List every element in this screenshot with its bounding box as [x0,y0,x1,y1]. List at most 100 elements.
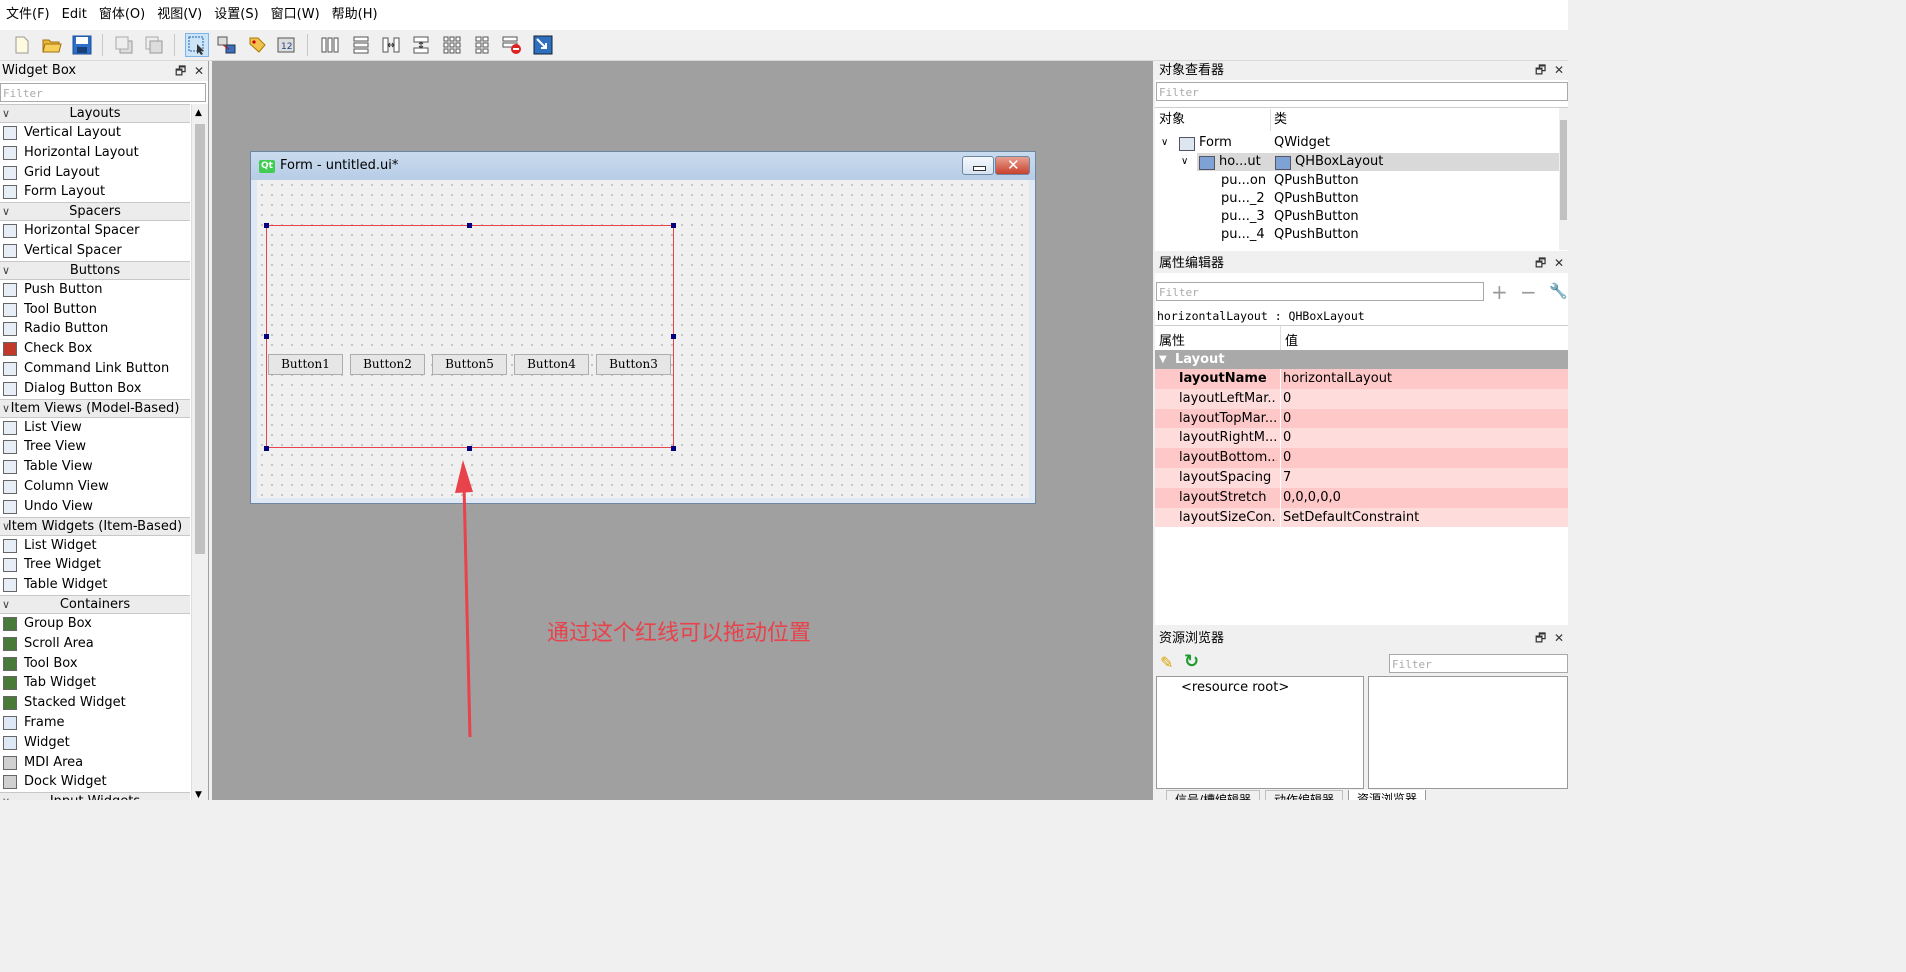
layout-form-icon[interactable] [470,33,494,57]
add-property-icon[interactable]: + [1491,282,1508,302]
menu-help[interactable]: 帮助(H) [326,0,384,30]
object-tree-scrollbar[interactable] [1559,108,1568,250]
widget-item[interactable]: Tree View [0,437,190,457]
widget-filter-input[interactable]: Filter [0,83,206,102]
widget-item[interactable]: Undo View [0,497,190,517]
object-tree-row[interactable]: pu..._3 QPushButton [1155,208,1568,226]
menu-edit[interactable]: Edit [56,0,93,30]
widget-category[interactable]: ∨ Spacers [0,202,190,222]
property-value[interactable]: horizontalLayout [1283,369,1392,389]
form-window[interactable]: Qt Form - untitled.ui* ✕ Button1 Button2… [250,151,1036,504]
edit-buddies-icon[interactable] [245,33,269,57]
menu-window[interactable]: 窗口(W) [265,0,326,30]
layout-v-splitter-icon[interactable] [409,33,433,57]
widget-item[interactable]: Grid Layout [0,163,190,183]
property-value[interactable]: SetDefaultConstraint [1283,508,1419,528]
expand-chevron-icon[interactable]: ∨ [1181,153,1188,171]
widget-item[interactable]: List Widget [0,536,190,556]
form-body[interactable]: Button1 Button2 Button5 Button4 Button3 [257,180,1029,498]
object-filter-input[interactable]: Filter [1156,82,1568,101]
object-tree-row[interactable]: ∨ ho...ut QHBoxLayout [1181,153,1559,171]
menu-form[interactable]: 窗体(O) [93,0,151,30]
edit-tab-order-icon[interactable]: 12 [275,33,299,57]
widget-item[interactable]: Tool Box [0,654,190,674]
collapse-chevron-icon[interactable]: ∨ [2,203,10,221]
bring-front-icon[interactable] [142,33,166,57]
open-folder-icon[interactable] [40,33,64,57]
widget-item[interactable]: Form Layout [0,182,190,202]
collapse-chevron-icon[interactable]: ∨ [2,596,10,614]
widget-item[interactable]: Command Link Button [0,359,190,379]
widget-category[interactable]: ∨ Layouts [0,104,190,123]
close-icon[interactable]: ✕ [1554,63,1564,77]
new-file-icon[interactable] [10,33,34,57]
property-row[interactable]: layoutName horizontalLayout [1155,369,1568,389]
configure-wrench-icon[interactable]: 🔧 [1549,282,1568,300]
widget-item[interactable]: Column View [0,477,190,497]
widget-item[interactable]: Tree Widget [0,555,190,575]
property-row[interactable]: layoutLeftMar... 0 [1155,388,1568,409]
collapse-chevron-icon[interactable]: ▼ [1159,350,1167,369]
object-tree-row[interactable]: pu..._4 QPushButton [1155,226,1568,244]
form-button-5[interactable]: Button5 [432,354,507,375]
property-value[interactable]: 0 [1283,428,1291,448]
resource-filter-input[interactable]: Filter [1389,654,1568,673]
widget-category[interactable]: ∨ Item Widgets (Item-Based) [0,516,190,536]
widget-item[interactable]: Table Widget [0,575,190,595]
resize-handle[interactable] [467,446,472,451]
widget-item[interactable]: Stacked Widget [0,693,190,713]
layout-vertical-icon[interactable] [349,33,373,57]
widget-category[interactable]: ∨ Buttons [0,260,190,280]
resize-handle[interactable] [671,446,676,451]
collapse-chevron-icon[interactable]: ∨ [2,400,10,418]
resource-file-list[interactable] [1368,676,1568,789]
widget-item[interactable]: Tab Widget [0,673,190,693]
widget-item[interactable]: Scroll Area [0,634,190,654]
object-tree-row[interactable]: ∨ Form QWidget [1155,134,1568,152]
form-title-bar[interactable]: Qt Form - untitled.ui* ✕ [251,152,1035,180]
tab-signal-slot-editor[interactable]: 信号/槽编辑器 [1166,790,1261,800]
property-group-layout[interactable]: ▼ Layout [1155,350,1568,369]
widget-category[interactable]: ∨ Item Views (Model-Based) [0,398,190,418]
resize-handle[interactable] [264,334,269,339]
close-button[interactable]: ✕ [995,156,1030,175]
widget-item[interactable]: Dialog Button Box [0,379,190,399]
layout-selection-rect[interactable] [266,225,674,448]
edit-signals-slots-icon[interactable] [215,33,239,57]
widget-item[interactable]: Vertical Layout [0,123,190,143]
property-filter-input[interactable]: Filter [1156,282,1484,301]
widget-category[interactable]: ∨ Containers [0,594,190,614]
property-row[interactable]: layoutSizeCon... SetDefaultConstraint [1155,507,1568,528]
menu-file[interactable]: 文件(F) [0,0,56,30]
property-value[interactable]: 7 [1283,468,1291,488]
widget-item[interactable]: Vertical Spacer [0,241,190,261]
widget-item[interactable]: MDI Area [0,753,190,773]
property-row[interactable]: layoutStretch 0,0,0,0,0 [1155,487,1568,508]
widget-box-scrollbar[interactable]: ▲ ▼ [191,104,208,800]
widget-item[interactable]: Horizontal Spacer [0,221,190,241]
widget-item[interactable]: Check Box [0,339,190,359]
remove-property-icon[interactable]: − [1520,282,1537,302]
tab-action-editor[interactable]: 动作编辑器 [1265,790,1344,800]
edit-widgets-icon[interactable] [185,33,209,57]
form-button-4[interactable]: Button4 [514,354,589,375]
close-icon[interactable]: ✕ [194,64,204,78]
reload-icon[interactable]: ↻ [1184,651,1199,672]
property-row[interactable]: layoutRightM... 0 [1155,428,1568,449]
resize-handle[interactable] [264,223,269,228]
widget-item[interactable]: Dock Widget [0,772,190,792]
widget-item[interactable]: Group Box [0,614,190,634]
form-button-1[interactable]: Button1 [268,354,343,375]
save-icon[interactable] [70,33,94,57]
adjust-size-icon[interactable] [531,33,555,57]
widget-item[interactable]: Radio Button [0,319,190,339]
resource-root-item[interactable]: <resource root> [1181,680,1289,695]
widget-item[interactable]: Frame [0,713,190,733]
property-row[interactable]: layoutBottom... 0 [1155,448,1568,468]
close-icon[interactable]: ✕ [1554,631,1564,645]
collapse-chevron-icon[interactable]: ∨ [2,262,10,280]
layout-grid-icon[interactable] [440,33,464,57]
menu-settings[interactable]: 设置(S) [208,0,264,30]
expand-chevron-icon[interactable]: ∨ [1161,134,1168,152]
layout-horizontal-icon[interactable] [318,33,342,57]
